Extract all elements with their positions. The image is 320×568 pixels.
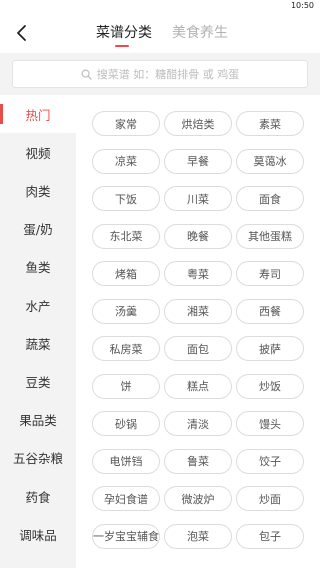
category-chip[interactable]: 西餐: [236, 298, 304, 324]
sidebar-item[interactable]: 水产: [0, 286, 76, 324]
sidebar-item[interactable]: 药食: [0, 477, 76, 515]
tab-food-health[interactable]: 美食养生: [172, 23, 228, 43]
status-bar: 10:50: [0, 0, 320, 13]
category-chip[interactable]: 砂锅: [92, 411, 160, 436]
category-chip[interactable]: 烘焙类: [164, 111, 232, 136]
category-chip[interactable]: 饼: [92, 373, 160, 399]
category-chip[interactable]: 微波炉: [164, 486, 232, 511]
category-chip[interactable]: 炒饭: [236, 373, 304, 399]
header: 菜谱分类 美食养生: [0, 13, 320, 53]
category-chip[interactable]: 东北菜: [92, 223, 160, 249]
category-chip[interactable]: 汤羹: [92, 298, 160, 324]
tab-recipe-categories[interactable]: 菜谱分类: [96, 23, 152, 43]
sidebar-item[interactable]: 豆类: [0, 362, 76, 400]
category-chip[interactable]: 披萨: [236, 336, 304, 361]
category-chip[interactable]: 馒头: [236, 411, 304, 436]
category-chip[interactable]: 家常: [92, 111, 160, 136]
category-chip[interactable]: 凉菜: [92, 148, 160, 174]
category-chip[interactable]: 泡菜: [164, 523, 232, 549]
category-chip[interactable]: 包子: [236, 523, 304, 549]
category-chip[interactable]: 其他蛋糕: [236, 223, 304, 249]
category-chip[interactable]: 糕点: [164, 373, 232, 399]
category-chip[interactable]: 下饭: [92, 186, 160, 211]
search-input[interactable]: 搜菜谱 如：糖醋排骨 或 鸡蛋: [12, 60, 308, 88]
back-arrow-icon[interactable]: [14, 23, 30, 43]
sidebar-item[interactable]: 鱼类: [0, 248, 76, 286]
sidebar-item[interactable]: 视频: [0, 133, 76, 171]
category-sidebar: 热门 视频 肉类 蛋/奶 鱼类 水产 蔬菜 豆类 果品类 五谷杂粮 药食 调味品: [0, 95, 76, 568]
sidebar-item[interactable]: 果品类: [0, 401, 76, 439]
category-chip[interactable]: 素菜: [236, 111, 304, 136]
category-chip[interactable]: 面食: [236, 186, 304, 211]
search-bar-container: 搜菜谱 如：糖醋排骨 或 鸡蛋: [0, 53, 320, 95]
tab-active-indicator: [115, 45, 129, 47]
category-chip[interactable]: 饺子: [236, 448, 304, 474]
category-chip[interactable]: 晚餐: [164, 223, 232, 249]
category-chip[interactable]: 炒面: [236, 486, 304, 511]
category-chip[interactable]: 清淡: [164, 411, 232, 436]
sidebar-item[interactable]: 调味品: [0, 515, 76, 553]
category-chip[interactable]: 私房菜: [92, 336, 160, 361]
category-chip[interactable]: 一岁宝宝辅食: [92, 523, 160, 549]
category-chip[interactable]: 电饼铛: [92, 448, 160, 474]
category-grid: 家常 烘焙类 素菜凉菜 早餐 莫蔼冰下饭 川菜 面食东北菜 晚餐 其他蛋糕烤箱 粤菜 寿司汤羹 湘菜西…: [76, 95, 320, 568]
sidebar-item[interactable]: 蛋/奶: [0, 210, 76, 248]
category-chip[interactable]: 寿司: [236, 261, 304, 286]
sidebar-item[interactable]: 五谷杂粮: [0, 439, 76, 477]
search-icon: [81, 69, 92, 80]
category-chip[interactable]: 孕妇食谱: [92, 486, 160, 511]
search-placeholder: 搜菜谱 如：糖醋排骨 或 鸡蛋: [96, 68, 240, 81]
category-chip[interactable]: 莫蔼冰: [236, 148, 304, 174]
category-chip[interactable]: 川菜: [164, 186, 232, 211]
sidebar-item[interactable]: 蔬菜: [0, 324, 76, 362]
category-chip[interactable]: 早餐: [164, 148, 232, 174]
category-chip[interactable]: 鲁菜: [164, 448, 232, 474]
status-time: 10:50: [290, 1, 314, 10]
category-chip[interactable]: 湘菜: [164, 298, 232, 324]
category-chip[interactable]: 烤箱: [92, 261, 160, 286]
sidebar-item[interactable]: 肉类: [0, 171, 76, 209]
category-chip[interactable]: 面包: [164, 336, 232, 361]
sidebar-item[interactable]: 热门: [0, 95, 76, 133]
category-chip[interactable]: 粤菜: [164, 261, 232, 286]
